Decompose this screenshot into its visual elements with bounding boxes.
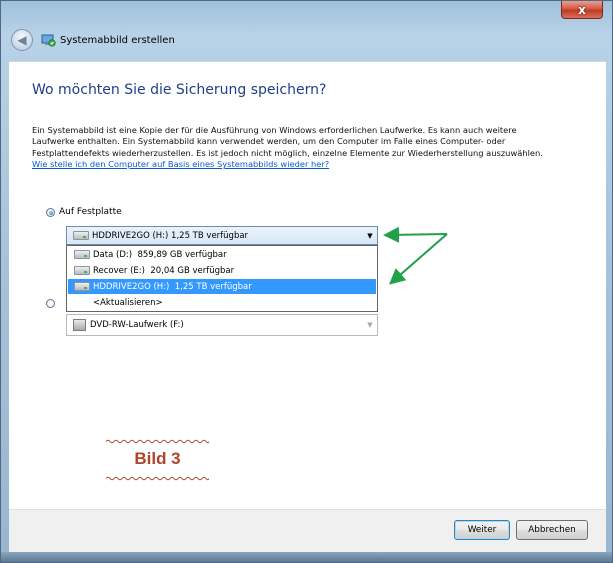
back-button[interactable]: ◀ <box>11 29 33 51</box>
cancel-button[interactable]: Abbrechen <box>516 520 588 540</box>
caption-label: Bild 3 <box>134 449 181 468</box>
arrow-to-combo <box>383 226 448 243</box>
navigation-bar: ◀ Systemabbild erstellen <box>9 23 606 61</box>
next-button[interactable]: Weiter <box>454 520 510 540</box>
window-title: Systemabbild erstellen <box>60 35 175 46</box>
backup-app-icon <box>41 34 56 47</box>
arrow-to-selected-item <box>388 233 448 285</box>
button-bar: Weiter Abbrechen <box>9 509 606 554</box>
annotation-arrows <box>383 226 448 285</box>
back-arrow-icon: ◀ <box>17 33 27 47</box>
content-area: Wo möchten Sie die Sicherung speichern? … <box>9 61 606 510</box>
caption-underline-bottom <box>106 476 209 481</box>
window-frame: x ◀ Systemabbild erstellen Wo möchten Si… <box>0 0 613 563</box>
close-button[interactable]: x <box>561 1 603 19</box>
